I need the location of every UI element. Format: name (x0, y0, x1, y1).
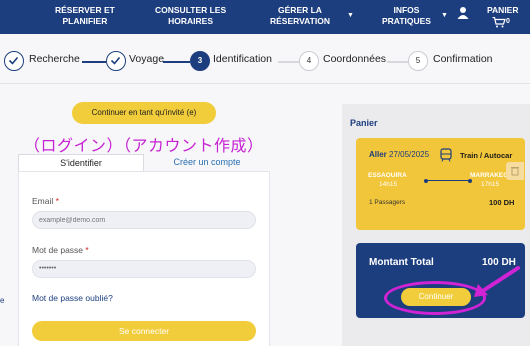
step-recherche-check (4, 51, 24, 71)
nav-horaires-line2: HORAIRES (168, 16, 214, 26)
trip-direction: Aller (369, 150, 387, 159)
trip-mode: Train / Autocar (460, 151, 513, 160)
step-confirmation-number: 5 (408, 51, 428, 71)
nav-horaires-line1: CONSULTER LES (155, 5, 227, 15)
trip-price: 100 DH (489, 198, 515, 207)
top-nav: RÉSERVER ET PLANIFIER CONSULTER LES HORA… (0, 0, 530, 34)
step-recherche-label: Recherche (29, 53, 80, 65)
nav-panier-label: PANIER (487, 5, 519, 15)
email-label-text: Email (32, 196, 54, 206)
nav-infos[interactable]: INFOS PRATIQUES (382, 5, 431, 27)
step-connector (163, 61, 190, 63)
required-mark: * (85, 245, 89, 255)
step-coordonnees-number: 4 (299, 51, 319, 71)
route-dot (424, 178, 428, 183)
password-field[interactable]: ••••••• (32, 260, 256, 278)
arrow-annotation-icon (474, 266, 520, 297)
step-connector (278, 61, 299, 63)
trip-origin: ESSAOUIRA (368, 172, 407, 179)
step-connector (82, 61, 106, 63)
route-line (426, 180, 470, 181)
continue-as-guest-button[interactable]: Continuer en tant qu'invité (e) (72, 102, 216, 124)
nav-horaires[interactable]: CONSULTER LES HORAIRES (155, 5, 226, 27)
divider (0, 83, 530, 84)
remove-trip-button[interactable] (506, 162, 524, 180)
step-coordonnees-label: Coordonnées (323, 53, 387, 65)
user-icon[interactable] (457, 6, 469, 20)
nav-panier[interactable]: PANIER 0 (487, 5, 519, 28)
cart-icon (492, 17, 506, 28)
tab-create-account[interactable]: Créer un compte (144, 154, 270, 171)
nav-infos-line1: INFOS (393, 5, 420, 15)
step-confirmation-label: Confirmation (433, 53, 493, 65)
required-mark: * (55, 196, 59, 206)
step-connector (387, 61, 408, 63)
nav-reserver[interactable]: RÉSERVER ET PLANIFIER (55, 5, 115, 27)
nav-reserver-line2: PLANIFIER (62, 16, 108, 26)
tab-login[interactable]: S'identifier (18, 154, 144, 171)
step-identification-number: 3 (190, 51, 210, 71)
check-icon (8, 56, 19, 65)
nav-gerer-line1: GÉRER LA (278, 5, 322, 15)
nav-infos-line2: PRATIQUES (382, 16, 431, 26)
email-label: Email * (32, 196, 59, 206)
trip-passengers: 1 Passagers (369, 199, 406, 206)
bus-icon (440, 148, 452, 162)
email-field[interactable] (32, 211, 256, 229)
trip-arrival-time: 17h15 (481, 181, 500, 188)
step-voyage-label: Voyage (129, 53, 165, 65)
chevron-down-icon[interactable]: ▼ (441, 12, 448, 19)
trip-date: 27/05/2025 (389, 150, 430, 159)
trash-icon (511, 167, 519, 176)
password-label: Mot de passe * (32, 245, 89, 255)
japanese-annotation: （ログイン）（アカウント作成） (24, 136, 264, 155)
cart-count: 0 (506, 18, 510, 25)
forgot-password-link[interactable]: Mot de passe oublié? (32, 293, 113, 303)
step-identification-label: Identification (213, 53, 272, 65)
step-voyage-check (106, 51, 126, 71)
cart-title: Panier (350, 118, 378, 128)
nav-gerer-line2: RÉSERVATION (270, 16, 330, 26)
trip-departure-time: 14h15 (379, 181, 398, 188)
left-edge-fragment: e (0, 296, 5, 305)
nav-reserver-line1: RÉSERVER ET (55, 5, 115, 15)
login-button[interactable]: Se connecter (32, 321, 256, 341)
total-label: Montant Total (369, 257, 434, 268)
nav-gerer[interactable]: GÉRER LA RÉSERVATION (270, 5, 330, 27)
chevron-down-icon[interactable]: ▼ (347, 12, 354, 19)
check-icon (110, 56, 121, 65)
password-label-text: Mot de passe (32, 245, 84, 255)
route-dot (468, 178, 472, 183)
